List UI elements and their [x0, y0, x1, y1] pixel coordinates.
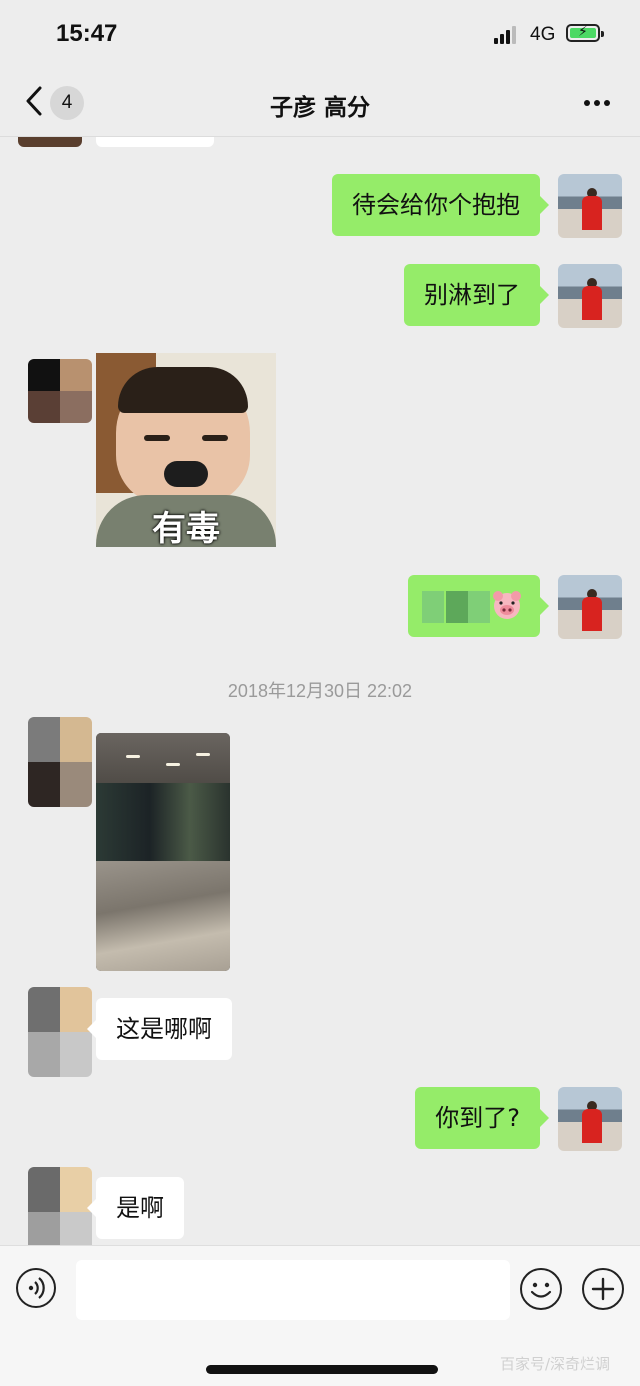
signal-icon	[494, 26, 520, 44]
message-bubble-outgoing[interactable]	[408, 575, 549, 637]
battery-icon: ⚡	[566, 24, 604, 42]
image-message[interactable]	[96, 733, 230, 971]
my-avatar[interactable]	[558, 174, 622, 238]
home-indicator[interactable]	[206, 1365, 438, 1374]
status-bar: 15:47 4G ⚡	[0, 0, 640, 70]
contact-avatar[interactable]	[28, 717, 92, 807]
pig-face-icon	[493, 591, 521, 619]
message-bubble-outgoing[interactable]: 别淋到了	[404, 264, 549, 326]
more-dots-icon[interactable]	[580, 100, 614, 108]
message-bubble-partial	[96, 137, 214, 147]
smiley-icon[interactable]	[520, 1268, 562, 1310]
chat-title: 子彦 高分	[269, 95, 370, 121]
status-time: 15:47	[56, 20, 118, 47]
watermark: 百家号/深奇烂调	[500, 1355, 611, 1373]
message-list[interactable]: 待会给你个抱抱 别淋到了 有毒 2018年12月30日 22:02 这是哪啊 你…	[0, 137, 640, 1245]
my-avatar[interactable]	[558, 575, 622, 639]
message-bubble-outgoing[interactable]: 你到了?	[415, 1087, 549, 1149]
message-bubble-incoming[interactable]: 是啊	[87, 1177, 184, 1239]
sticker-message[interactable]: 有毒	[96, 353, 276, 547]
message-timestamp: 2018年12月30日 22:02	[227, 681, 413, 701]
my-avatar[interactable]	[558, 264, 622, 328]
chat-header: 4 子彦 高分	[0, 70, 640, 137]
my-avatar[interactable]	[558, 1087, 622, 1151]
plus-icon[interactable]	[582, 1268, 624, 1310]
input-bar: 百家号/深奇烂调	[0, 1245, 640, 1386]
message-bubble-outgoing[interactable]: 待会给你个抱抱	[332, 174, 549, 236]
message-bubble-incoming[interactable]: 这是哪啊	[87, 998, 232, 1060]
contact-avatar[interactable]	[18, 137, 82, 147]
voice-icon[interactable]	[16, 1268, 56, 1308]
contact-avatar[interactable]	[28, 987, 92, 1077]
contact-avatar[interactable]	[28, 359, 92, 423]
sticker-caption: 有毒	[152, 509, 220, 547]
contact-avatar[interactable]	[28, 1167, 92, 1245]
network-type: 4G	[530, 24, 556, 45]
message-input[interactable]	[76, 1260, 510, 1320]
